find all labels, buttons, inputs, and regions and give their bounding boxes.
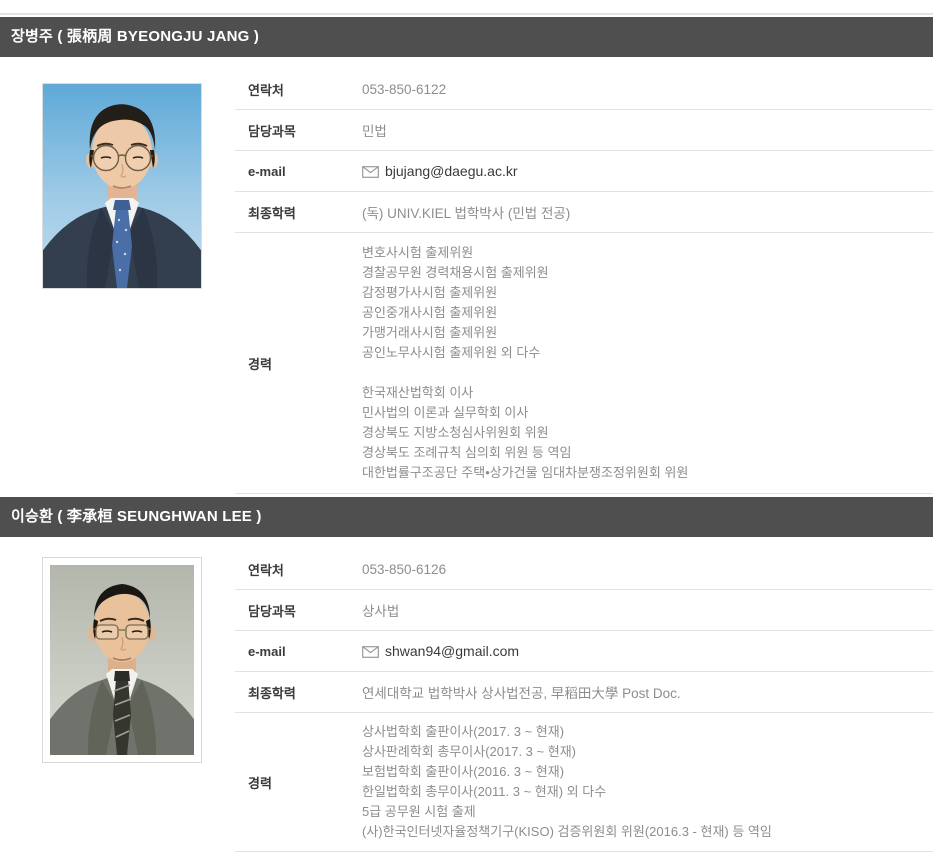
table-row-email: e-mail shwan94@gmail.com [235, 631, 933, 672]
email-link[interactable]: bjujang@daegu.ac.kr [362, 163, 518, 179]
email-link[interactable]: shwan94@gmail.com [362, 643, 519, 659]
portrait-illustration-icon [50, 565, 194, 755]
field-label: e-mail [235, 644, 362, 659]
profile-content: 연락처 053-850-6126 담당과목 상사법 e-mail shwan94… [0, 537, 933, 852]
career-list: 상사법학회 출판이사(2017. 3 ~ 현재) 상사판례학회 총무이사(201… [362, 722, 772, 842]
envelope-icon [362, 166, 379, 178]
field-value: 053-850-6126 [362, 562, 446, 577]
field-label: 최종학력 [235, 203, 362, 222]
professor-photo [42, 83, 202, 289]
field-label: 경력 [235, 354, 362, 373]
table-row-subject: 담당과목 상사법 [235, 590, 933, 631]
field-value: 053-850-6122 [362, 82, 446, 97]
profile-name-header: 장병주 ( 張柄周 BYEONGJU JANG ) [0, 17, 933, 57]
table-row-education: 최종학력 (독) UNIV.KIEL 법학박사 (민법 전공) [235, 192, 933, 233]
profile-section-lee: 이승환 ( 李承桓 SEUNGHWAN LEE ) [0, 497, 933, 852]
field-label: 경력 [235, 773, 362, 792]
profile-info-table: 연락처 053-850-6126 담당과목 상사법 e-mail shwan94… [235, 549, 933, 852]
email-text: bjujang@daegu.ac.kr [385, 163, 518, 179]
profile-name-header: 이승환 ( 李承桓 SEUNGHWAN LEE ) [0, 497, 933, 537]
photo-column [0, 549, 235, 852]
field-value: 상사법 [362, 600, 399, 620]
table-row-education: 최종학력 연세대학교 법학박사 상사법전공, 早稻田大學 Post Doc. [235, 672, 933, 713]
table-row-contact: 연락처 053-850-6126 [235, 549, 933, 590]
email-text: shwan94@gmail.com [385, 643, 519, 659]
field-value: (독) UNIV.KIEL 법학박사 (민법 전공) [362, 202, 570, 222]
field-label: 연락처 [235, 560, 362, 579]
table-row-career: 경력 상사법학회 출판이사(2017. 3 ~ 현재) 상사판례학회 총무이사(… [235, 713, 933, 852]
envelope-icon [362, 646, 379, 658]
field-label: 담당과목 [235, 601, 362, 620]
profile-content: 연락처 053-850-6122 담당과목 민법 e-mail bjujang@… [0, 57, 933, 494]
table-row-contact: 연락처 053-850-6122 [235, 69, 933, 110]
field-value: 민법 [362, 120, 387, 140]
field-label: e-mail [235, 164, 362, 179]
career-list: 변호사시험 출제위원 경찰공무원 경력채용시험 출제위원 감정평가사시험 출제위… [362, 243, 688, 483]
profile-info-table: 연락처 053-850-6122 담당과목 민법 e-mail bjujang@… [235, 69, 933, 494]
profile-section-jang: 장병주 ( 張柄周 BYEONGJU JANG ) [0, 17, 933, 494]
field-label: 최종학력 [235, 683, 362, 702]
table-row-career: 경력 변호사시험 출제위원 경찰공무원 경력채용시험 출제위원 감정평가사시험 … [235, 233, 933, 494]
field-value: 연세대학교 법학박사 상사법전공, 早稻田大學 Post Doc. [362, 682, 681, 702]
table-row-email: e-mail bjujang@daegu.ac.kr [235, 151, 933, 192]
field-label: 연락처 [235, 80, 362, 99]
table-row-subject: 담당과목 민법 [235, 110, 933, 151]
portrait-illustration-icon [43, 84, 201, 288]
top-divider [0, 13, 933, 15]
faculty-profile-page: 장병주 ( 張柄周 BYEONGJU JANG ) [0, 13, 933, 852]
professor-photo [42, 557, 202, 763]
field-label: 담당과목 [235, 121, 362, 140]
photo-column [0, 69, 235, 494]
